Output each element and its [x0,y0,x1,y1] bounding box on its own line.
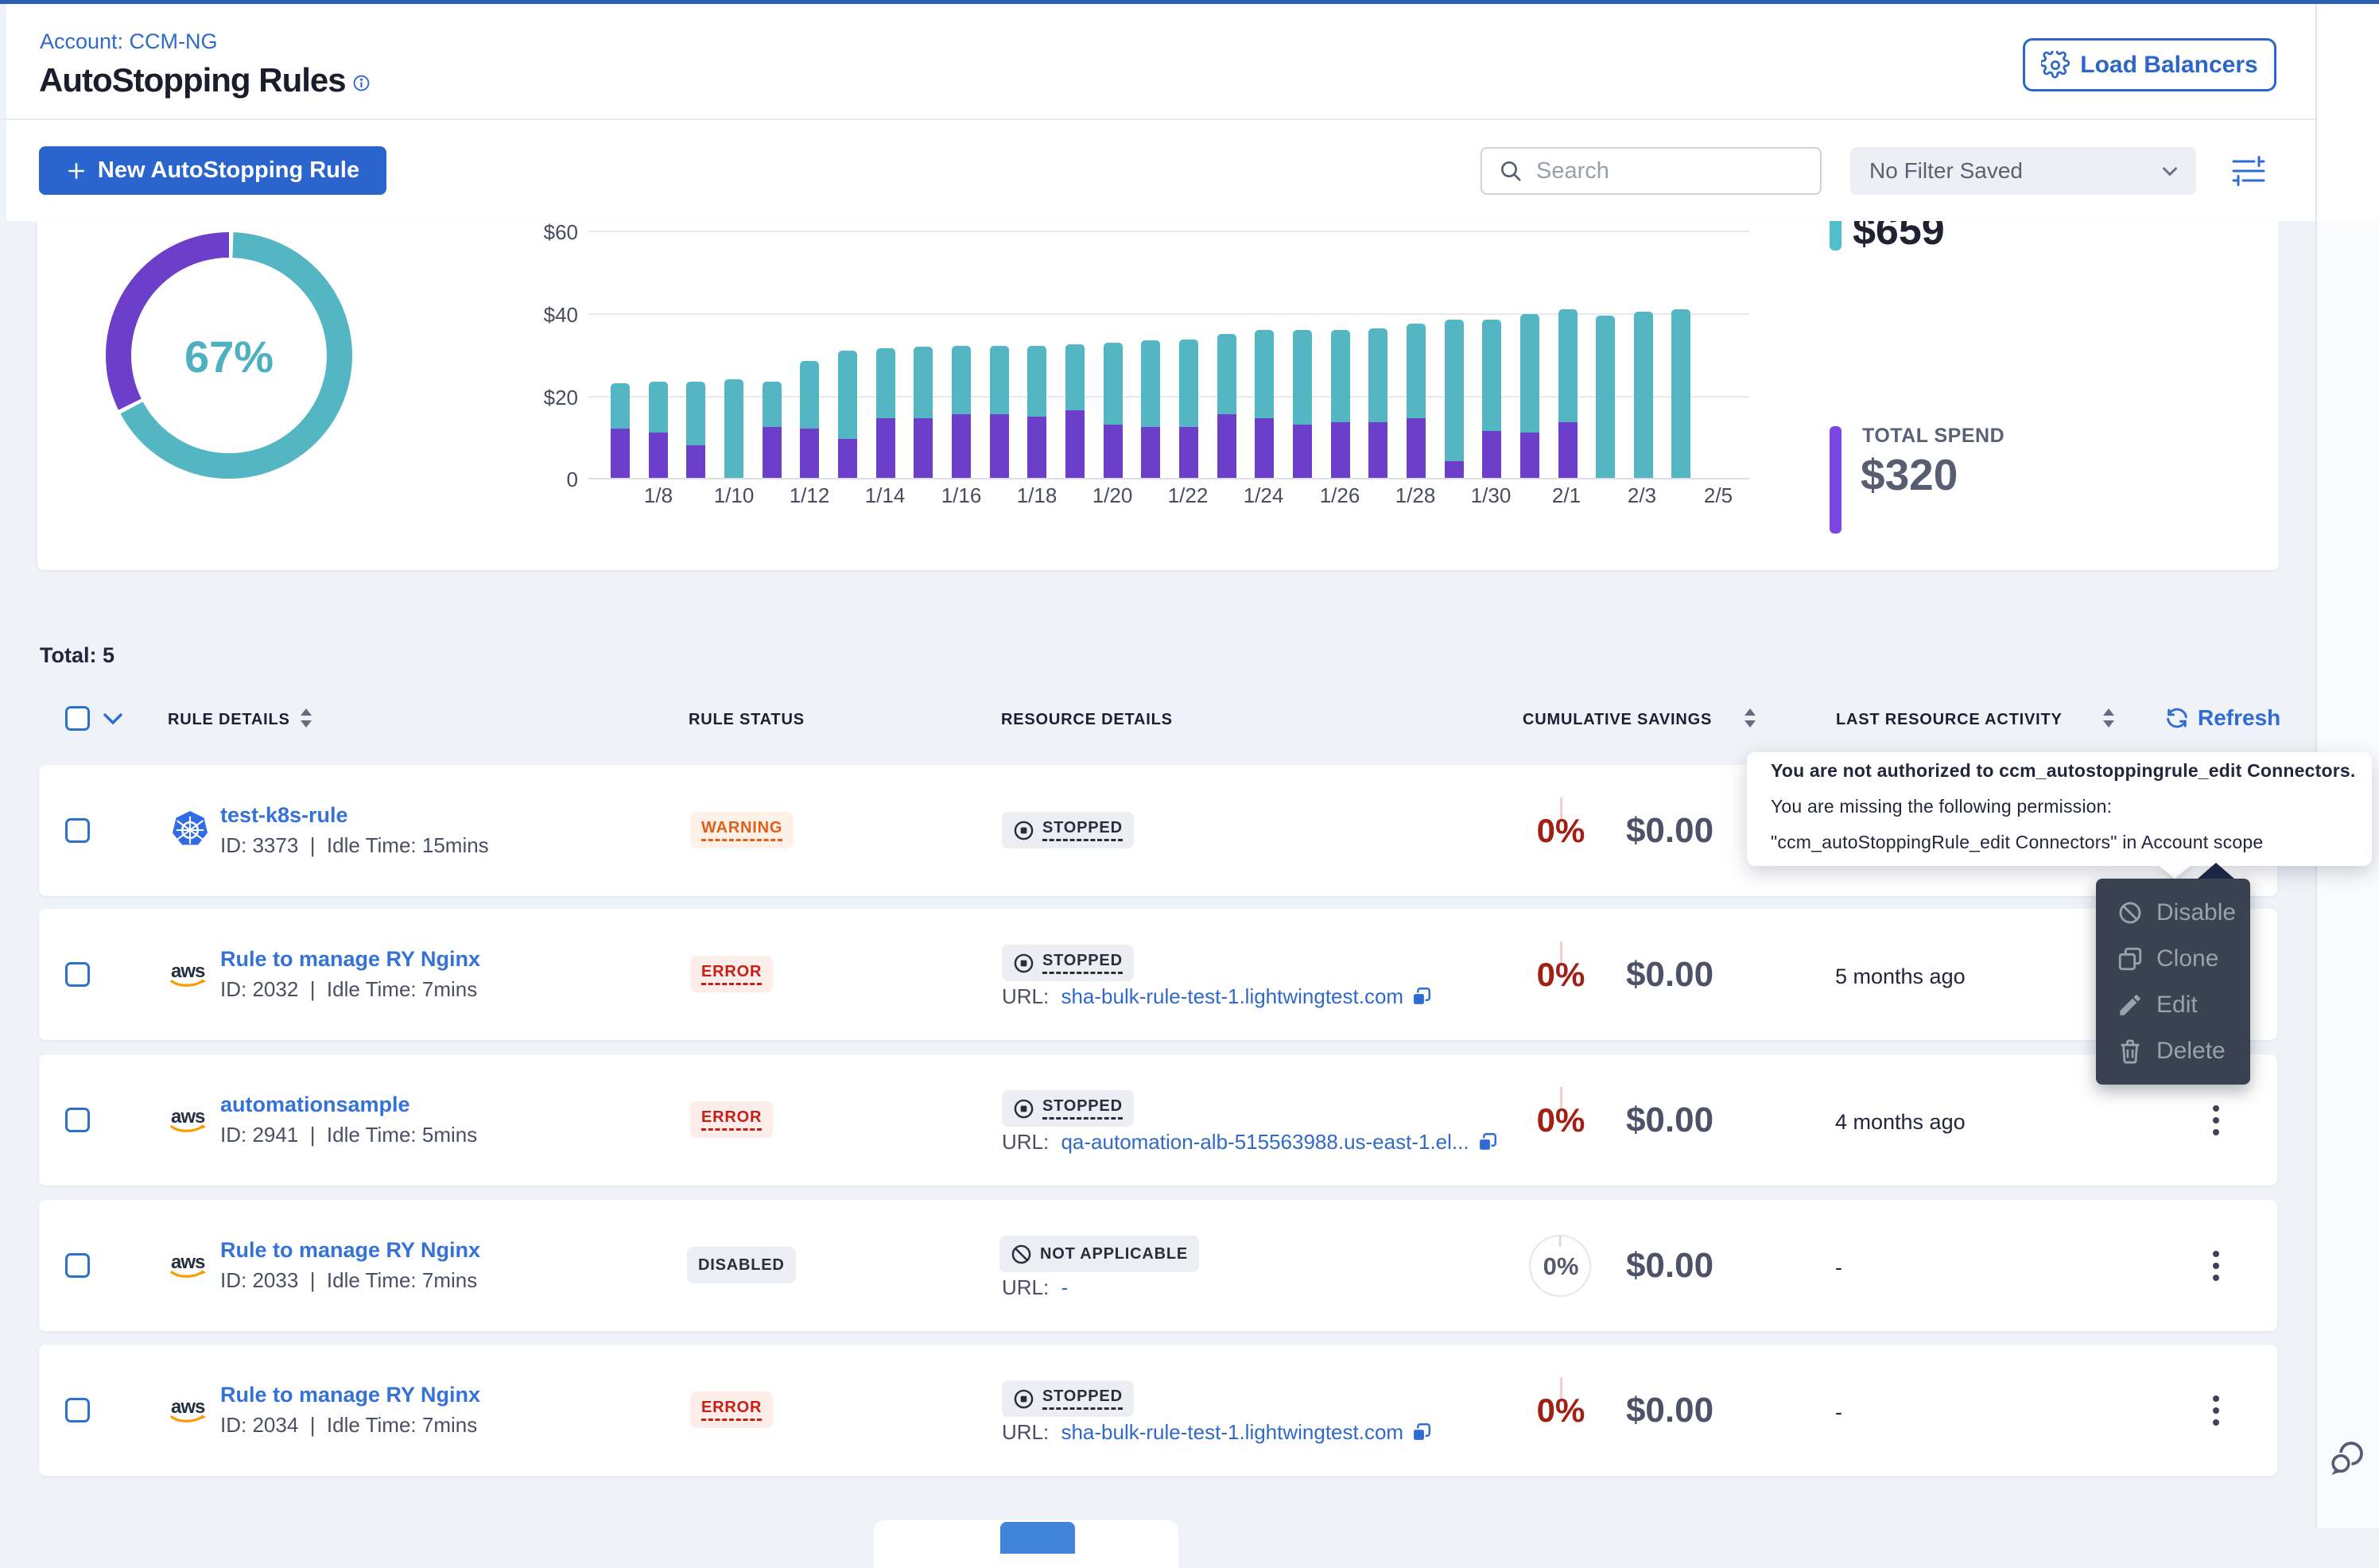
svg-text:aws: aws [171,1252,205,1273]
svg-text:aws: aws [171,1396,205,1418]
svg-text:aws: aws [171,961,205,982]
svg-text:aws: aws [171,1106,205,1127]
